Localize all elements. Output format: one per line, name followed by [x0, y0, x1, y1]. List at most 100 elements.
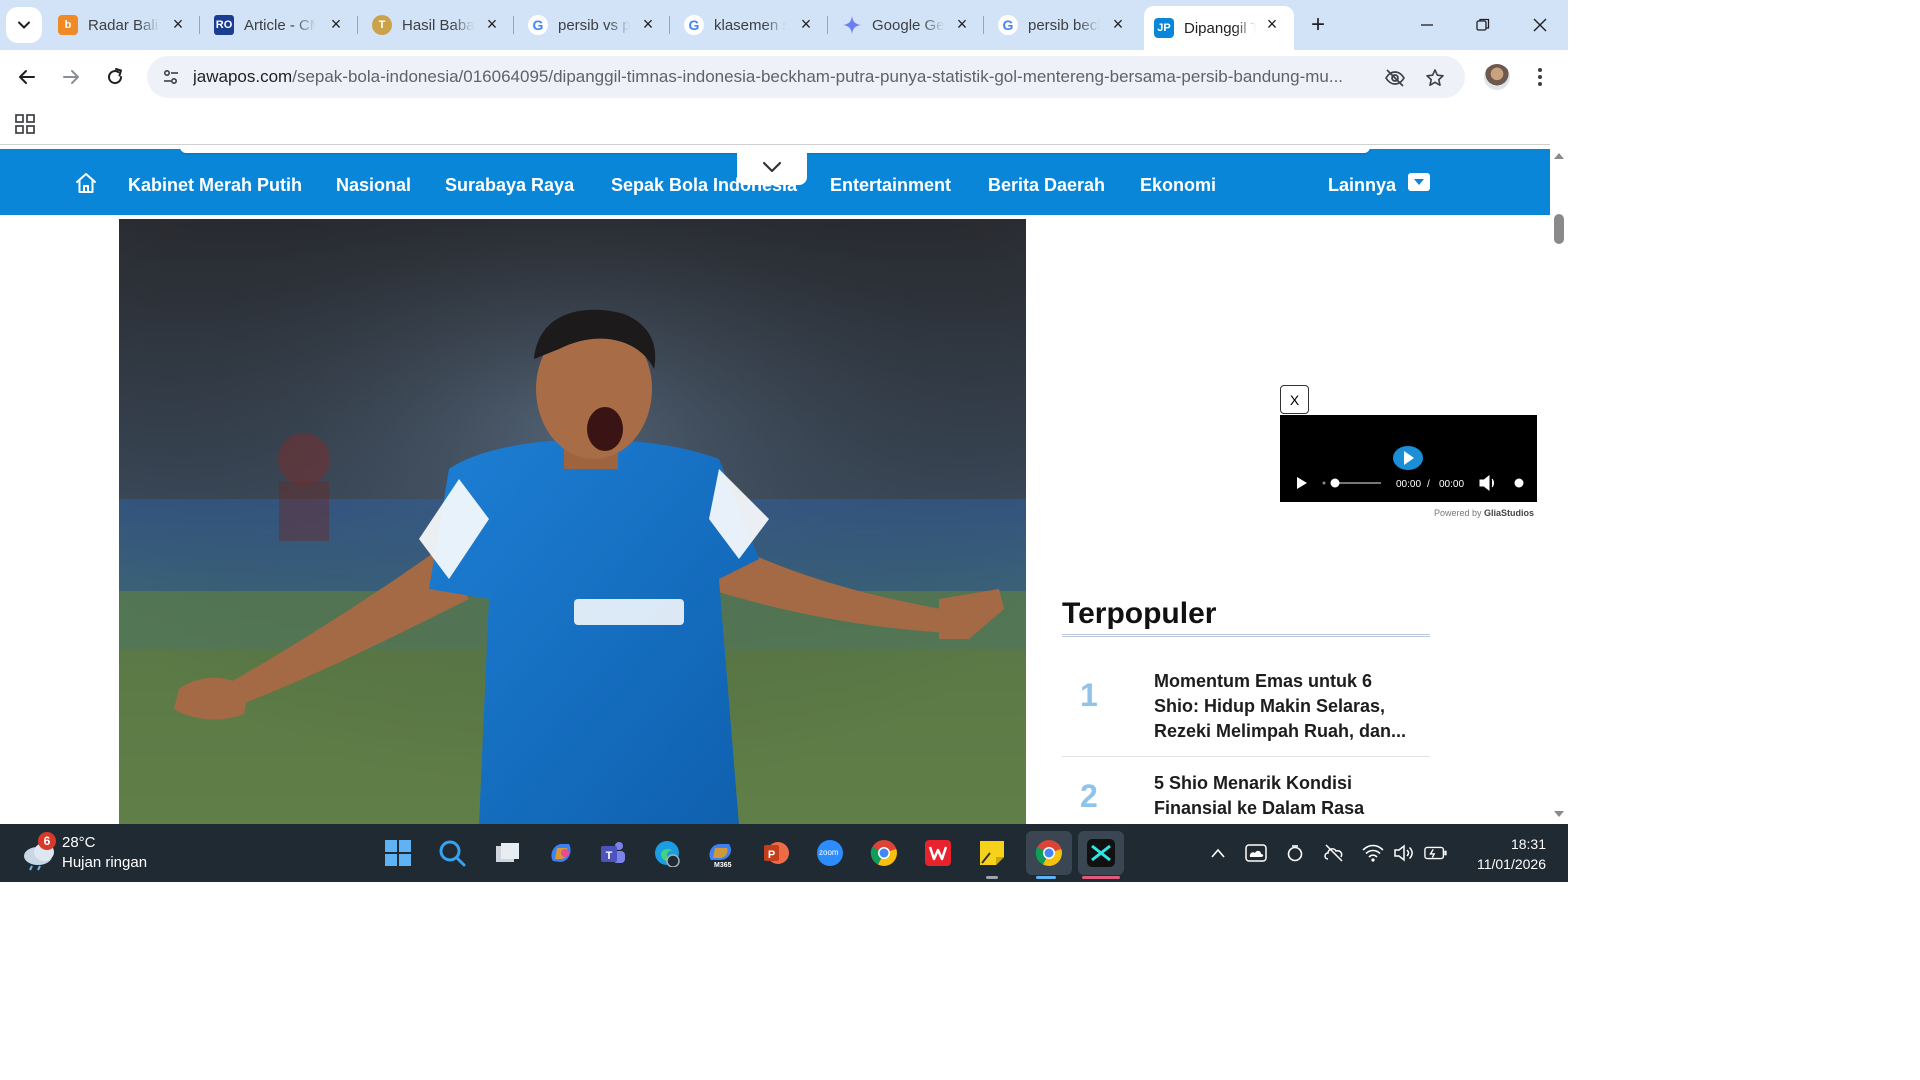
chrome-icon [870, 840, 897, 866]
reload-button[interactable] [100, 62, 130, 92]
browser-menu-button[interactable] [1530, 63, 1550, 91]
back-button[interactable] [12, 62, 42, 92]
close-tab-icon[interactable]: × [484, 14, 500, 34]
sticky-notes-button[interactable] [975, 836, 1009, 870]
reload-icon [108, 68, 123, 85]
close-window-button[interactable] [1525, 10, 1555, 40]
copilot-icon [551, 844, 571, 862]
tab-article[interactable]: RO Article - CM × [204, 8, 358, 42]
close-tab-icon[interactable]: × [1264, 14, 1280, 34]
edge-icon [655, 841, 680, 867]
capcut-icon [1087, 839, 1115, 867]
wifi-icon[interactable] [1361, 841, 1385, 865]
close-tab-icon[interactable]: × [954, 14, 970, 34]
tab-persib-beckham[interactable]: G persib beck × [988, 8, 1140, 42]
task-view-icon [496, 843, 519, 862]
scrollbar-thumb[interactable] [1554, 214, 1564, 244]
caret-down-icon[interactable] [1408, 173, 1430, 191]
nav-surabaya-raya[interactable]: Surabaya Raya [445, 175, 574, 196]
tab-title: persib vs pe [558, 16, 630, 34]
task-view-button[interactable] [490, 836, 524, 870]
popular-rank: 1 [1080, 677, 1098, 713]
forward-button[interactable] [56, 62, 86, 92]
restore-icon [1476, 18, 1490, 31]
weather-description[interactable]: Hujan ringan [62, 854, 147, 871]
nav-berita-daerah[interactable]: Berita Daerah [988, 175, 1105, 196]
copilot-button[interactable] [544, 836, 578, 870]
apps-grid-icon[interactable] [14, 113, 36, 135]
home-icon[interactable] [74, 171, 98, 195]
close-tab-icon[interactable]: × [640, 14, 656, 34]
m365-label: M365 [714, 862, 732, 869]
gemini-icon [842, 15, 862, 35]
tracking-protection-button[interactable] [1383, 66, 1407, 90]
video-close-button[interactable]: X [1280, 385, 1309, 414]
video-player[interactable]: 00:00 / 00:00 [1280, 415, 1537, 502]
chrome-profile-icon [1035, 840, 1062, 866]
onedrive-tray-icon[interactable] [1244, 841, 1268, 865]
expand-drawer-button[interactable] [737, 149, 807, 185]
tab-klasemen[interactable]: G klasemen su × [674, 8, 828, 42]
tab-title: persib beck [1028, 16, 1100, 34]
minimize-button[interactable] [1412, 10, 1442, 40]
nav-entertainment[interactable]: Entertainment [830, 175, 951, 196]
tab-strip: b Radar Bali × RO Article - CM × T Hasil… [0, 0, 1568, 50]
popular-item-title[interactable]: Momentum Emas untuk 6 Shio: Hidup Makin … [1154, 669, 1416, 744]
nav-kabinet-merah-putih[interactable]: Kabinet Merah Putih [128, 175, 302, 196]
close-icon [1533, 18, 1547, 32]
chrome-active-button[interactable] [1026, 831, 1072, 875]
zoom-button[interactable]: zoom [813, 836, 847, 870]
teams-icon: T [601, 842, 625, 863]
powerpoint-button[interactable]: P [759, 836, 793, 870]
weather-temperature[interactable]: 28°C [62, 834, 96, 851]
teams-button[interactable]: T [596, 836, 630, 870]
nav-ekonomi[interactable]: Ekonomi [1140, 175, 1216, 196]
powerpoint-icon: P [764, 842, 789, 864]
bookmark-star-button[interactable] [1423, 66, 1447, 90]
tab-google-gemini[interactable]: Google Gem × [832, 8, 984, 42]
show-hidden-icons-button[interactable] [1206, 841, 1230, 865]
search-button[interactable] [435, 836, 469, 870]
close-tab-icon[interactable]: × [798, 14, 814, 34]
tab-dipanggil-active[interactable]: JP Dipanggil Ti × [1144, 6, 1294, 50]
wps-button[interactable] [921, 836, 955, 870]
google-icon: G [528, 15, 548, 35]
profile-avatar[interactable] [1484, 64, 1510, 90]
close-tab-icon[interactable]: × [170, 14, 186, 34]
scroll-down-arrow-icon[interactable] [1553, 810, 1565, 818]
system-clock[interactable]: 18:31 11/01/2026 [1460, 834, 1546, 874]
page-scrollbar[interactable] [1550, 144, 1568, 824]
m365-button[interactable]: M365 [704, 836, 738, 870]
popular-item-title[interactable]: 5 Shio Menarik Kondisi Finansial ke Dala… [1154, 771, 1416, 821]
tab-hasil-babak[interactable]: T Hasil Babak × [362, 8, 514, 42]
nav-lainnya[interactable]: Lainnya [1328, 175, 1396, 196]
tab-radar-bali[interactable]: b Radar Bali × [48, 8, 200, 42]
tab-persib-vs[interactable]: G persib vs pe × [518, 8, 670, 42]
fullscreen-dot [1514, 478, 1524, 488]
wps-icon [925, 840, 951, 866]
arrow-left-icon [19, 70, 35, 84]
battery-icon[interactable] [1424, 841, 1448, 865]
start-button[interactable] [381, 836, 415, 870]
sync-tray-icon[interactable] [1283, 841, 1307, 865]
nav-nasional[interactable]: Nasional [336, 175, 411, 196]
restore-button[interactable] [1468, 10, 1498, 40]
tab-search-button[interactable] [6, 7, 42, 43]
chrome-button[interactable] [867, 836, 901, 870]
minimize-icon [1421, 24, 1433, 26]
popular-heading: Terpopuler [1062, 597, 1217, 630]
volume-tray-icon[interactable] [1392, 841, 1416, 865]
url-path: /sepak-bola-indonesia/016064095/dipanggi… [292, 67, 1344, 86]
cloud-off-tray-icon[interactable] [1322, 841, 1346, 865]
close-tab-icon[interactable]: × [328, 14, 344, 34]
tune-icon [163, 69, 178, 85]
powered-by-label: Powered by GliaStudios [1280, 508, 1534, 518]
edge-button[interactable] [650, 836, 684, 870]
capcut-button[interactable] [1078, 831, 1124, 875]
site-info-button[interactable] [157, 63, 185, 91]
scroll-up-arrow-icon[interactable] [1553, 152, 1565, 160]
new-tab-button[interactable]: + [1304, 11, 1332, 39]
address-bar[interactable]: jawapos.com/sepak-bola-indonesia/0160640… [147, 56, 1465, 98]
url-text[interactable]: jawapos.com/sepak-bola-indonesia/0160640… [193, 67, 1373, 87]
close-tab-icon[interactable]: × [1110, 14, 1126, 34]
